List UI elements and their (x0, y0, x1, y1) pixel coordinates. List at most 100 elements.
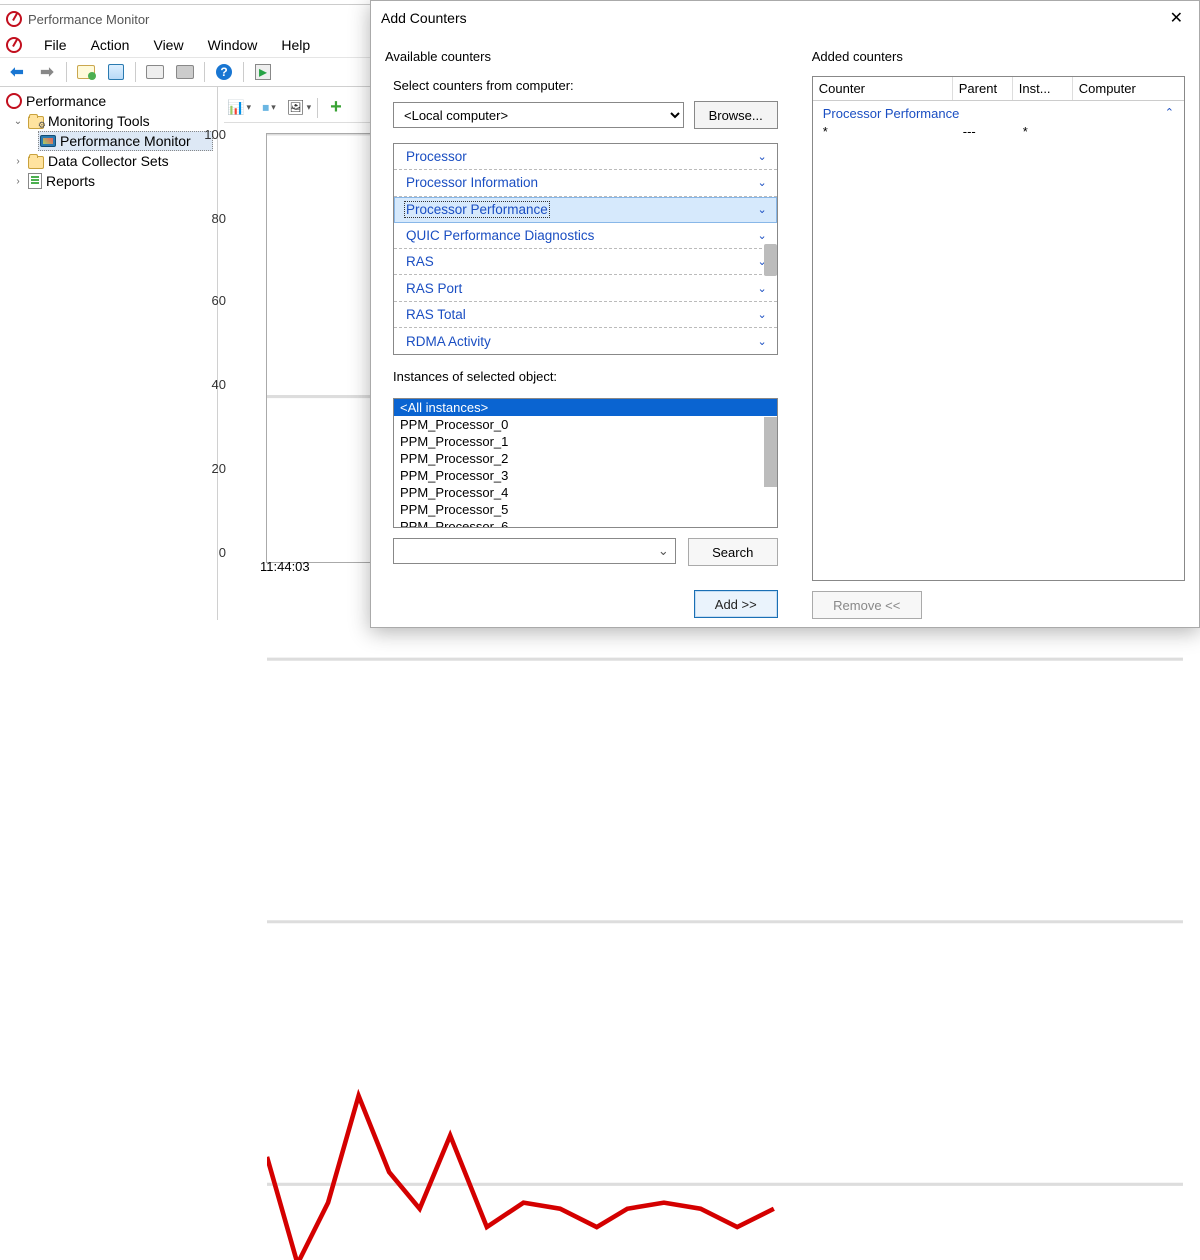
chevron-down-icon: ⌄ (758, 203, 767, 216)
expander-icon[interactable]: ⌄ (12, 115, 24, 127)
menu-action[interactable]: Action (81, 35, 140, 55)
counter-quic[interactable]: QUIC Performance Diagnostics⌄ (394, 223, 777, 249)
remove-button[interactable]: Remove << (812, 591, 922, 619)
search-button[interactable]: Search (688, 538, 778, 566)
chevron-up-icon: ⌃ (1165, 106, 1174, 121)
data-source-icon[interactable]: ⏹ (257, 97, 281, 119)
toolbar-separator (317, 98, 318, 118)
menu-window[interactable]: Window (198, 35, 268, 55)
chart-props-icon[interactable]: 🖼 (287, 97, 311, 119)
back-icon[interactable]: ⬅ (6, 61, 28, 83)
instance-item[interactable]: PPM_Processor_4 (394, 484, 777, 501)
export-icon[interactable] (144, 61, 166, 83)
monitor-icon (40, 135, 56, 147)
navigation-tree[interactable]: Performance ⌄ Monitoring Tools Performan… (0, 87, 218, 620)
chevron-down-icon: ⌄ (758, 176, 767, 189)
instance-search-combo[interactable]: ⌄ (393, 538, 676, 564)
dialog-titlebar[interactable]: Add Counters ✕ (371, 1, 1199, 35)
toolbar-separator (135, 62, 136, 82)
tree-root[interactable]: Performance (4, 91, 213, 111)
available-label: Available counters (385, 49, 786, 64)
instance-item[interactable]: PPM_Processor_6 (394, 518, 777, 528)
chevron-down-icon: ⌄ (758, 150, 767, 163)
app-title: Performance Monitor (28, 12, 149, 27)
counter-processor-information[interactable]: Processor Information⌄ (394, 170, 777, 196)
chevron-down-icon: ⌄ (758, 229, 767, 242)
counter-ras[interactable]: RAS⌄ (394, 249, 777, 275)
performance-icon (6, 93, 22, 109)
tree-reports[interactable]: › Reports (10, 171, 213, 191)
y-tick: 40 (212, 377, 226, 392)
folder-icon (28, 116, 44, 129)
counter-ras-port[interactable]: RAS Port⌄ (394, 275, 777, 301)
instance-item[interactable]: PPM_Processor_2 (394, 450, 777, 467)
forward-icon[interactable]: ➡ (36, 61, 58, 83)
col-computer[interactable]: Computer (1073, 77, 1184, 100)
app-icon-small (6, 37, 22, 53)
instance-all[interactable]: <All instances> (394, 399, 777, 416)
tree-monitoring-tools[interactable]: ⌄ Monitoring Tools (10, 111, 213, 131)
instance-item[interactable]: PPM_Processor_0 (394, 416, 777, 433)
dialog-close-icon[interactable]: ✕ (1164, 6, 1189, 30)
instance-item[interactable]: PPM_Processor_5 (394, 501, 777, 518)
menu-help[interactable]: Help (271, 35, 320, 55)
computer-select[interactable]: <Local computer> (393, 102, 684, 128)
menu-file[interactable]: File (34, 35, 77, 55)
counter-processor-performance[interactable]: Processor Performance⌄ (394, 197, 777, 223)
col-parent[interactable]: Parent (953, 77, 1013, 100)
dialog-title: Add Counters (381, 10, 467, 26)
added-body: Processor Performance ⌃ * --- * (813, 101, 1184, 580)
expander-icon[interactable]: › (12, 155, 24, 167)
y-tick: 80 (212, 211, 226, 226)
toolbar-separator (204, 62, 205, 82)
instance-item[interactable]: PPM_Processor_3 (394, 467, 777, 484)
added-table-header: Counter Parent Inst... Computer (813, 77, 1184, 101)
y-tick: 60 (212, 293, 226, 308)
app-icon (6, 11, 22, 27)
dialog-body: Available counters Select counters from … (371, 35, 1199, 627)
added-table: Counter Parent Inst... Computer Processo… (812, 76, 1185, 581)
chevron-down-icon: ⌄ (758, 308, 767, 321)
select-from-label: Select counters from computer: (393, 78, 786, 93)
scrollbar-thumb[interactable] (764, 417, 777, 487)
tree-data-collector[interactable]: › Data Collector Sets (10, 151, 213, 171)
add-button[interactable]: Add >> (694, 590, 778, 618)
col-counter[interactable]: Counter (813, 77, 953, 100)
added-counters-column: Added counters Counter Parent Inst... Co… (812, 41, 1185, 619)
chevron-down-icon: ⌄ (758, 282, 767, 295)
run-icon[interactable]: ▸ (252, 61, 274, 83)
instances-label: Instances of selected object: (393, 369, 786, 384)
toolbar-separator (243, 62, 244, 82)
y-tick: 0 (219, 545, 226, 560)
add-snapin-icon[interactable] (75, 61, 97, 83)
added-group-row[interactable]: Processor Performance ⌃ (813, 103, 1184, 124)
counter-rdma[interactable]: RDMA Activity⌄ (394, 328, 777, 354)
counter-ras-total[interactable]: RAS Total⌄ (394, 302, 777, 328)
counters-list[interactable]: Processor⌄ Processor Information⌄ Proces… (393, 143, 778, 355)
expander-icon[interactable]: › (12, 175, 24, 187)
scrollbar-thumb[interactable] (764, 244, 777, 276)
x-tick: 11:44:03 (260, 559, 310, 574)
add-counter-icon[interactable]: + (324, 97, 348, 119)
instance-item[interactable]: PPM_Processor_1 (394, 433, 777, 450)
properties-icon[interactable] (105, 61, 127, 83)
col-inst[interactable]: Inst... (1013, 77, 1073, 100)
folder-icon (28, 156, 44, 169)
toolbar-separator (66, 62, 67, 82)
tree-performance-monitor[interactable]: Performance Monitor (38, 131, 213, 151)
report-icon (28, 173, 42, 189)
available-counters-column: Available counters Select counters from … (385, 41, 786, 619)
added-value-row[interactable]: * --- * (813, 124, 1184, 139)
browse-button[interactable]: Browse... (694, 101, 778, 129)
chevron-down-icon: ⌄ (758, 335, 767, 348)
y-tick: 100 (204, 127, 226, 142)
y-tick: 20 (212, 461, 226, 476)
instances-list[interactable]: <All instances> PPM_Processor_0 PPM_Proc… (393, 398, 778, 528)
help-icon[interactable]: ? (213, 61, 235, 83)
add-counters-dialog: Add Counters ✕ Available counters Select… (370, 0, 1200, 628)
counter-processor[interactable]: Processor⌄ (394, 144, 777, 170)
menu-view[interactable]: View (143, 35, 193, 55)
view-type-icon[interactable]: 📊 (227, 97, 251, 119)
added-label: Added counters (812, 49, 1185, 64)
print-icon[interactable] (174, 61, 196, 83)
